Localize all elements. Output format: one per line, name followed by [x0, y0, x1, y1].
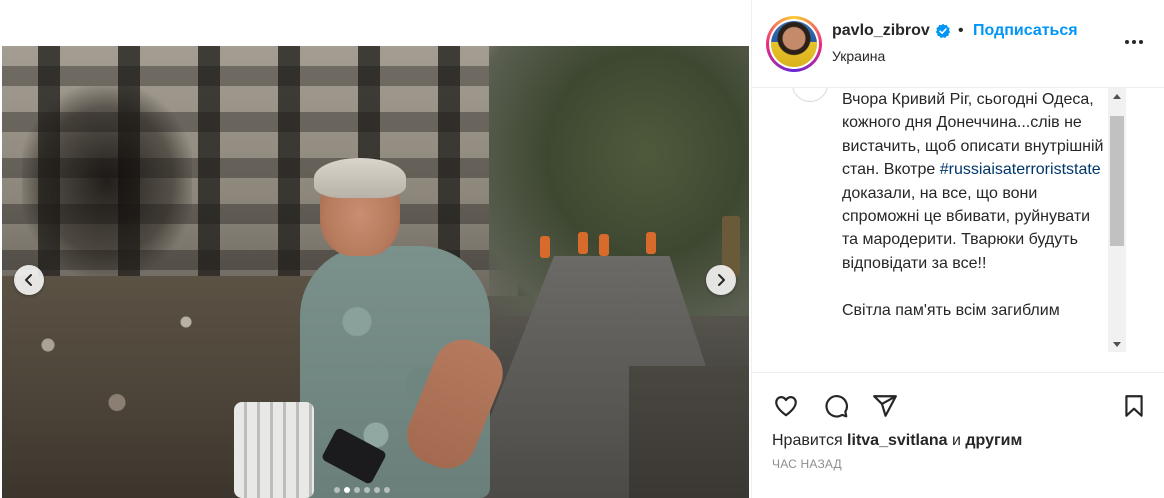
heart-icon[interactable] [770, 390, 802, 422]
send-icon[interactable] [869, 390, 901, 422]
carousel-dot [364, 487, 370, 493]
post-sidebar: pavlo_zibrov • Подписаться Украина Вчора… [751, 0, 1164, 498]
scroll-down-arrow-icon[interactable] [1108, 336, 1126, 352]
action-bar [752, 384, 1164, 428]
rubble-right [629, 366, 749, 498]
separator: • [958, 22, 964, 39]
worker [599, 234, 609, 256]
carousel-dot [384, 487, 390, 493]
carousel-dots [334, 487, 390, 493]
burn-marks [22, 86, 192, 276]
comments-area[interactable]: Вчора Кривий Ріг, сьогодні Одеса, кожног… [752, 88, 1164, 373]
post-media [0, 0, 751, 498]
post-header: pavlo_zibrov • Подписаться Украина [752, 0, 1164, 88]
bookmark-icon[interactable] [1118, 390, 1150, 422]
likes-summary: Нравится litva_svitlana и другим [772, 432, 1022, 450]
verified-badge-icon [935, 23, 951, 38]
scroll-up-arrow-icon[interactable] [1108, 88, 1126, 104]
username-link[interactable]: pavlo_zibrov [832, 22, 930, 40]
post-photo[interactable] [2, 46, 749, 498]
comment-icon[interactable] [820, 390, 852, 422]
likes-and: и [947, 432, 966, 449]
hashtag-link[interactable]: #russiaisaterroriststate [940, 161, 1101, 178]
location-link[interactable]: Украина [832, 48, 885, 64]
carousel-dot [334, 487, 340, 493]
more-options-icon[interactable] [1122, 30, 1146, 54]
follow-button[interactable]: Подписаться [973, 22, 1078, 40]
caption-avatar[interactable] [792, 88, 828, 102]
post-timestamp[interactable]: ЧАС НАЗАД [772, 457, 842, 471]
caption-text-continued: доказали, на все, що вони спроможні це в… [842, 184, 1091, 319]
scrollbar-thumb[interactable] [1110, 116, 1124, 246]
worker [578, 232, 588, 254]
man-figure [300, 158, 512, 498]
worker [646, 232, 656, 254]
carousel-dot [374, 487, 380, 493]
liker-username[interactable]: litva_svitlana [847, 432, 948, 449]
post-caption: Вчора Кривий Ріг, сьогодні Одеса, кожног… [842, 88, 1104, 322]
heater [234, 402, 314, 498]
likes-others-link[interactable]: другим [965, 432, 1022, 449]
scrollbar[interactable] [1108, 88, 1126, 352]
avatar[interactable] [766, 16, 822, 72]
carousel-dot-active [344, 487, 350, 493]
worker [540, 236, 550, 258]
chevron-left-icon[interactable] [14, 265, 44, 295]
chevron-right-icon[interactable] [706, 265, 736, 295]
carousel-dot [354, 487, 360, 493]
likes-prefix: Нравится [772, 432, 848, 449]
